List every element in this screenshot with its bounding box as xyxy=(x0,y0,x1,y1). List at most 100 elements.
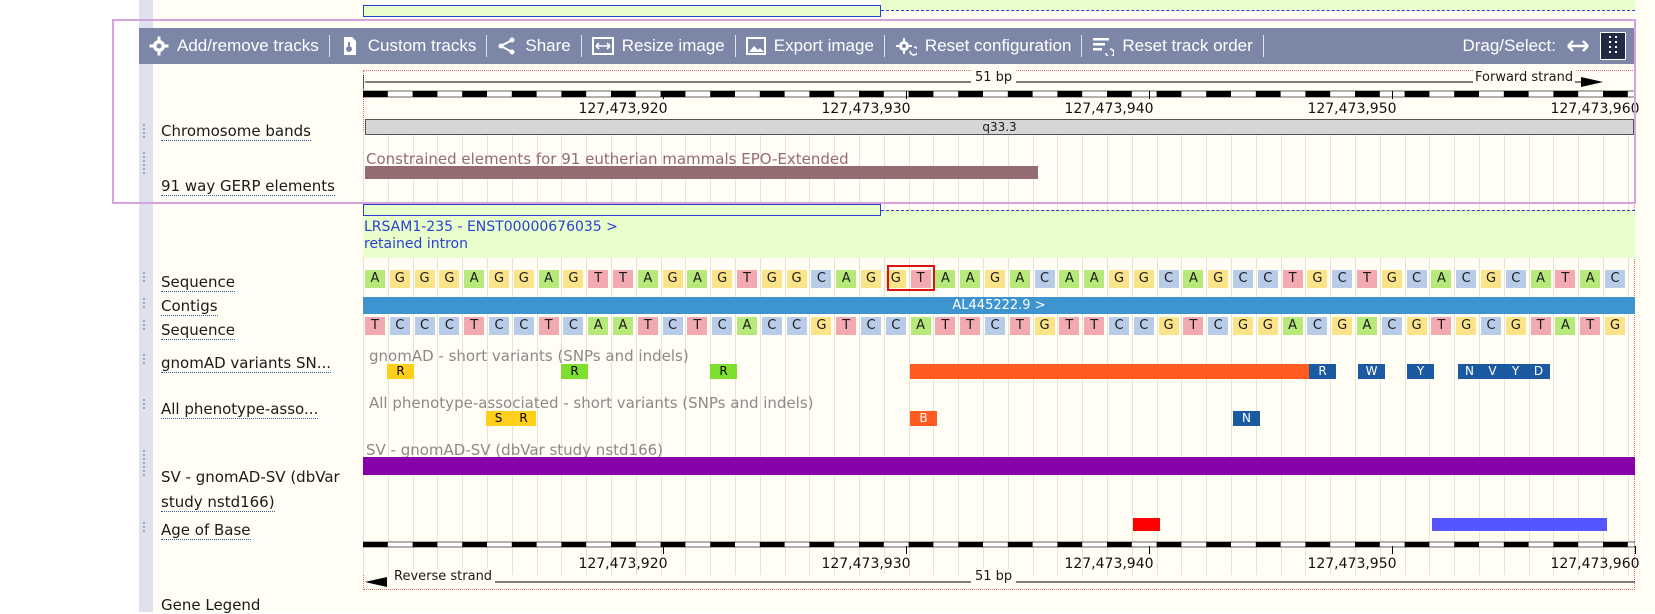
sequence-base[interactable]: C xyxy=(489,317,509,335)
share-button[interactable]: Share xyxy=(487,28,580,64)
sequence-base[interactable]: A xyxy=(613,317,633,335)
sequence-base[interactable]: A xyxy=(1084,270,1105,288)
sequence-base[interactable]: G xyxy=(563,270,584,288)
sequence-base[interactable]: T xyxy=(1431,317,1452,335)
track-label-chromosome-bands[interactable]: Chromosome bands xyxy=(161,122,311,141)
sequence-base[interactable]: G xyxy=(439,270,460,288)
sequence-base[interactable]: C xyxy=(1233,270,1253,288)
sequence-base[interactable]: C xyxy=(1133,317,1154,335)
gnomad-variant[interactable]: W xyxy=(1358,364,1385,379)
sequence-base[interactable]: C xyxy=(439,317,460,335)
sequence-base[interactable]: C xyxy=(1381,317,1402,335)
sequence-base[interactable]: A xyxy=(1059,270,1080,288)
sequence-base[interactable]: A xyxy=(1555,317,1576,335)
gnomad-variant[interactable]: R xyxy=(710,364,737,379)
sequence-base[interactable]: A xyxy=(1357,317,1377,335)
sequence-base[interactable]: A xyxy=(1530,270,1551,288)
sequence-base[interactable]: C xyxy=(885,317,906,335)
sequence-base[interactable]: G xyxy=(1133,270,1154,288)
sequence-base[interactable]: C xyxy=(761,317,782,335)
sequence-base[interactable]: T xyxy=(588,270,609,288)
export-image-button[interactable]: Export image xyxy=(736,28,884,64)
sequence-base[interactable]: C xyxy=(414,317,435,335)
gnomad-variant[interactable]: R xyxy=(561,364,588,379)
sequence-base[interactable]: G xyxy=(712,270,733,288)
track-label-sv-line2[interactable]: study nstd166) xyxy=(161,493,275,512)
sequence-base[interactable]: C xyxy=(1208,317,1229,335)
track-label-contigs[interactable]: Contigs xyxy=(161,297,218,316)
sequence-base[interactable]: A xyxy=(910,317,931,335)
drag-handle[interactable] xyxy=(141,296,149,310)
age-of-base-red[interactable] xyxy=(1133,518,1160,531)
sequence-base[interactable]: C xyxy=(985,317,1005,335)
sequence-base[interactable]: G xyxy=(1109,270,1129,288)
sequence-base[interactable]: C xyxy=(1481,317,1501,335)
sequence-base[interactable]: G xyxy=(1456,317,1477,335)
select-mode-icon[interactable] xyxy=(1600,32,1626,60)
drag-handle[interactable] xyxy=(141,397,149,411)
sequence-base[interactable]: A xyxy=(1580,270,1601,288)
gnomad-variant[interactable]: Y xyxy=(1504,364,1527,379)
gnomad-indel-bar[interactable] xyxy=(910,364,1309,379)
sequence-base[interactable]: T xyxy=(1555,270,1576,288)
track-label-phenotype[interactable]: All phenotype-asso... xyxy=(161,400,319,419)
contig-bar[interactable]: AL445222.9 > xyxy=(363,297,1635,314)
sequence-base[interactable]: A xyxy=(1009,270,1030,288)
sequence-base[interactable]: G xyxy=(1233,317,1253,335)
sequence-base[interactable]: G xyxy=(1505,317,1526,335)
drag-handle[interactable] xyxy=(141,270,149,284)
drag-handle[interactable] xyxy=(141,352,149,366)
sequence-base[interactable]: A xyxy=(538,270,559,288)
sequence-base[interactable]: T xyxy=(1084,317,1105,335)
sequence-base[interactable]: C xyxy=(712,317,733,335)
sequence-base[interactable]: C xyxy=(1332,270,1353,288)
phenotype-variant[interactable]: R xyxy=(511,411,536,426)
drag-handle[interactable] xyxy=(141,448,149,478)
sequence-base[interactable]: T xyxy=(464,317,485,335)
sequence-base[interactable]: A xyxy=(1431,270,1452,288)
sequence-base[interactable]: T xyxy=(687,317,708,335)
sequence-base[interactable]: C xyxy=(563,317,584,335)
phenotype-variant[interactable]: B xyxy=(910,411,937,426)
sequence-base[interactable]: T xyxy=(836,317,857,335)
sequence-base[interactable]: C xyxy=(1158,270,1179,288)
sequence-base[interactable]: T xyxy=(1282,270,1303,288)
sequence-base[interactable]: T xyxy=(538,317,559,335)
sequence-base[interactable]: T xyxy=(960,317,981,335)
sequence-base[interactable]: G xyxy=(414,270,435,288)
sequence-base[interactable]: A xyxy=(1282,317,1303,335)
gnomad-variant[interactable]: N xyxy=(1458,364,1481,379)
sequence-base[interactable]: A xyxy=(637,270,658,288)
custom-tracks-button[interactable]: Custom tracks xyxy=(330,28,487,64)
track-label-sequence-forward[interactable]: Sequence xyxy=(161,273,235,292)
drag-mode-icon[interactable] xyxy=(1564,32,1592,60)
sequence-base[interactable]: G xyxy=(1307,270,1328,288)
phenotype-variant[interactable]: S xyxy=(486,411,511,426)
sequence-base[interactable]: C xyxy=(1456,270,1477,288)
sequence-base[interactable]: C xyxy=(662,317,683,335)
sequence-base[interactable]: A xyxy=(836,270,857,288)
sequence-base[interactable]: C xyxy=(811,270,832,288)
gnomad-variant[interactable]: D xyxy=(1527,364,1550,379)
chromosome-band[interactable]: q33.3 xyxy=(365,119,1634,135)
sequence-base[interactable]: G xyxy=(1158,317,1179,335)
sequence-base[interactable]: G xyxy=(786,270,807,288)
sequence-base[interactable]: G xyxy=(1034,317,1055,335)
age-of-base-blue[interactable] xyxy=(1432,518,1607,531)
sv-bar[interactable] xyxy=(363,457,1635,475)
phenotype-variant[interactable]: N xyxy=(1233,411,1260,426)
gnomad-variant[interactable]: R xyxy=(387,364,414,379)
gnomad-variant[interactable]: V xyxy=(1481,364,1504,379)
gnomad-variant[interactable]: Y xyxy=(1407,364,1434,379)
sequence-base[interactable]: G xyxy=(389,270,410,288)
drag-handle[interactable] xyxy=(141,150,149,176)
sequence-base[interactable]: T xyxy=(613,270,633,288)
transcript-name[interactable]: LRSAM1-235 - ENST00000676035 > xyxy=(364,219,618,235)
sequence-base[interactable]: T xyxy=(1059,317,1080,335)
sequence-base[interactable]: A xyxy=(588,317,609,335)
sequence-base[interactable]: T xyxy=(365,317,385,335)
sequence-base[interactable]: T xyxy=(1580,317,1601,335)
sequence-base[interactable]: G xyxy=(1605,317,1625,335)
sequence-base[interactable]: C xyxy=(1034,270,1055,288)
sequence-base[interactable]: C xyxy=(1406,270,1427,288)
